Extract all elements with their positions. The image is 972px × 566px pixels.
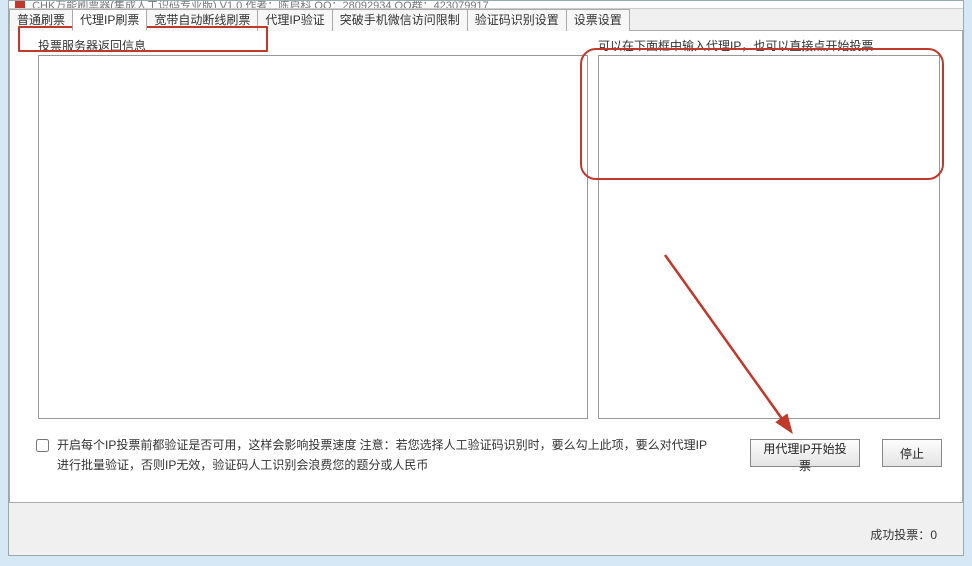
tab-wechat-limit[interactable]: 突破手机微信访问限制 [332,9,468,31]
titlebar: CHK万能刷票器(集成人工识码专业版) V1.0 作者：陈启科 QQ：28092… [9,1,963,9]
tab-normal[interactable]: 普通刷票 [9,9,73,31]
app-icon [15,1,25,9]
status-label: 成功投票： [870,528,930,542]
tab-captcha[interactable]: 验证码识别设置 [467,9,567,31]
app-window: CHK万能刷票器(集成人工识码专业版) V1.0 作者：陈启科 QQ：28092… [8,0,964,556]
status-bar: 成功投票：0 [870,526,937,543]
stop-button[interactable]: 停止 [882,439,942,467]
proxy-ip-textarea[interactable] [598,55,940,419]
verify-ip-row: 开启每个IP投票前都验证是否可用，这样会影响投票速度 注意：若您选择人工验证码识… [32,435,712,475]
verify-ip-text: 开启每个IP投票前都验证是否可用，这样会影响投票速度 注意：若您选择人工验证码识… [57,435,712,475]
proxy-input-label: 可以在下面框中输入代理IP，也可以直接点开始投票 [598,37,873,54]
status-count: 0 [930,528,937,542]
window-title: CHK万能刷票器(集成人工识码专业版) V1.0 作者：陈启科 QQ：28092… [32,1,489,9]
verify-ip-checkbox[interactable] [36,439,49,452]
server-response-textarea[interactable] [38,55,588,419]
tab-proxy-verify[interactable]: 代理IP验证 [257,9,332,31]
tab-broadband[interactable]: 宽带自动断线刷票 [146,9,258,31]
tab-content-proxy-ip: 投票服务器返回信息 可以在下面框中输入代理IP，也可以直接点开始投票 开启每个I… [9,31,963,503]
tab-vote-settings[interactable]: 设票设置 [566,9,630,31]
tab-strip: 普通刷票 代理IP刷票 宽带自动断线刷票 代理IP验证 突破手机微信访问限制 验… [9,9,963,31]
tab-proxy-ip[interactable]: 代理IP刷票 [72,9,147,31]
server-response-label: 投票服务器返回信息 [38,37,146,54]
start-vote-button[interactable]: 用代理IP开始投票 [750,439,860,467]
